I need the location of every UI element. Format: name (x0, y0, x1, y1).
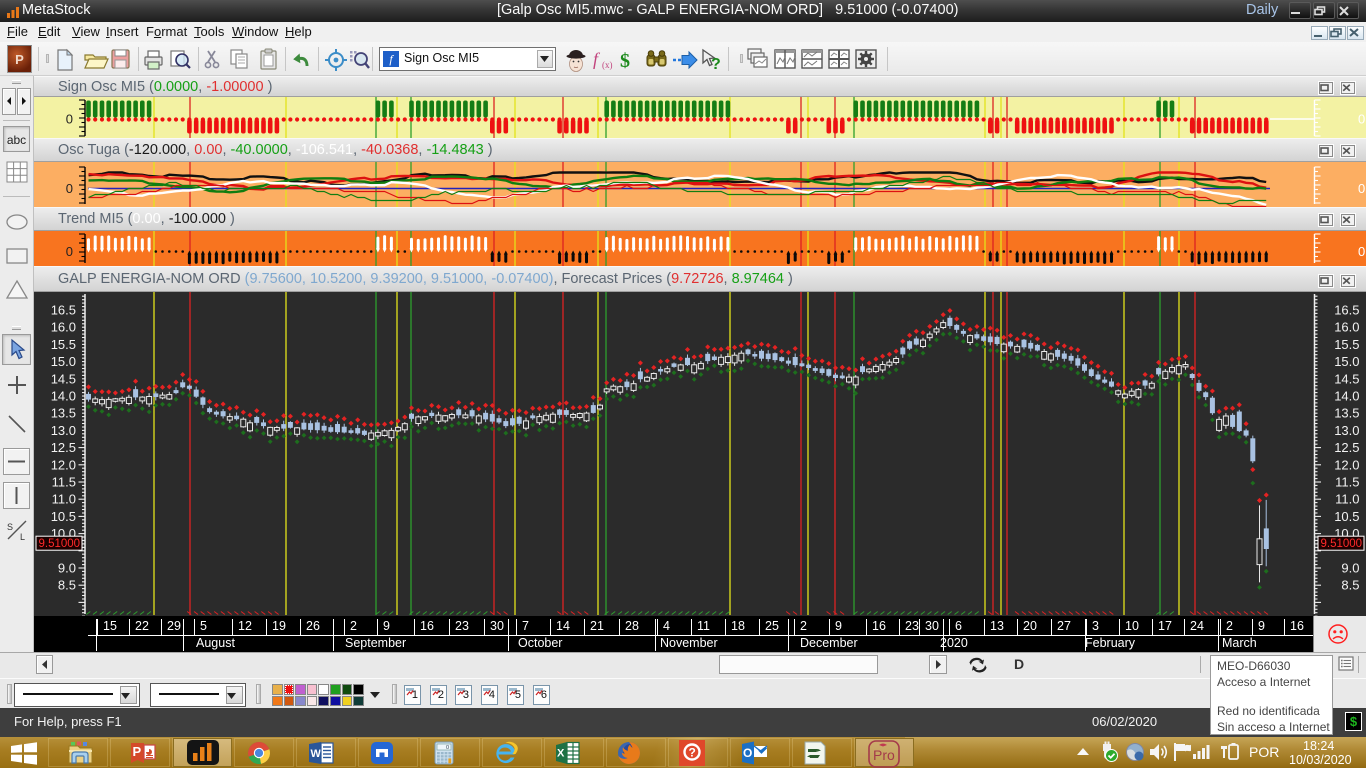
svg-text:16.5: 16.5 (51, 303, 76, 318)
svg-text:13.0: 13.0 (51, 423, 76, 438)
svg-text:9.0: 9.0 (1341, 561, 1359, 576)
svg-text:12.0: 12.0 (51, 457, 76, 472)
svg-text:14.0: 14.0 (51, 389, 76, 404)
svg-text:12.0: 12.0 (1334, 457, 1359, 472)
svg-text:15.5: 15.5 (1334, 337, 1359, 352)
svg-text:14.0: 14.0 (1334, 389, 1359, 404)
svg-text:11.0: 11.0 (1335, 492, 1359, 507)
svg-text:16.0: 16.0 (1334, 320, 1359, 335)
svg-text:11.5: 11.5 (1335, 475, 1359, 490)
svg-text:14.5: 14.5 (1334, 371, 1359, 386)
svg-text:15.5: 15.5 (51, 337, 76, 352)
svg-text:S: S (7, 522, 13, 532)
svg-text:11.5: 11.5 (52, 475, 76, 490)
svg-text:0: 0 (1358, 112, 1365, 127)
svg-text:16.5: 16.5 (1334, 303, 1359, 318)
svg-text:0: 0 (66, 181, 73, 196)
svg-text:16.0: 16.0 (51, 320, 76, 335)
svg-text:(x): (x) (602, 60, 613, 70)
svg-text:Pro: Pro (873, 747, 895, 763)
svg-text:f: f (593, 49, 601, 69)
svg-text:?: ? (711, 56, 721, 73)
svg-text:11.0: 11.0 (52, 492, 76, 507)
svg-text:0: 0 (1358, 181, 1365, 196)
svg-text:8.5: 8.5 (1341, 578, 1359, 593)
svg-text:14.5: 14.5 (51, 371, 76, 386)
svg-text:0: 0 (1358, 244, 1365, 259)
svg-text:X: X (557, 748, 565, 760)
svg-text:W: W (311, 748, 322, 760)
svg-text:12.5: 12.5 (51, 440, 76, 455)
svg-text:O: O (743, 746, 752, 760)
svg-text:$: $ (620, 50, 630, 72)
svg-text:9.0: 9.0 (58, 561, 76, 576)
svg-text:0: 0 (446, 745, 449, 751)
svg-text:0: 0 (66, 244, 73, 259)
svg-text:15.0: 15.0 (1334, 354, 1359, 369)
svg-text:P: P (133, 744, 142, 759)
svg-text:15.0: 15.0 (51, 354, 76, 369)
svg-text:9.51000: 9.51000 (1321, 538, 1363, 550)
svg-text:L: L (20, 532, 25, 542)
svg-text:8.5: 8.5 (58, 578, 76, 593)
svg-text:?: ? (689, 746, 696, 760)
svg-text:0: 0 (66, 112, 73, 127)
svg-text:13.0: 13.0 (1334, 423, 1359, 438)
svg-text:10.5: 10.5 (51, 509, 76, 524)
svg-text:13.5: 13.5 (1334, 406, 1359, 421)
svg-text:13.5: 13.5 (51, 406, 76, 421)
svg-text:10.5: 10.5 (1334, 509, 1359, 524)
svg-text:12.5: 12.5 (1334, 440, 1359, 455)
svg-text:9.51000: 9.51000 (39, 538, 81, 550)
